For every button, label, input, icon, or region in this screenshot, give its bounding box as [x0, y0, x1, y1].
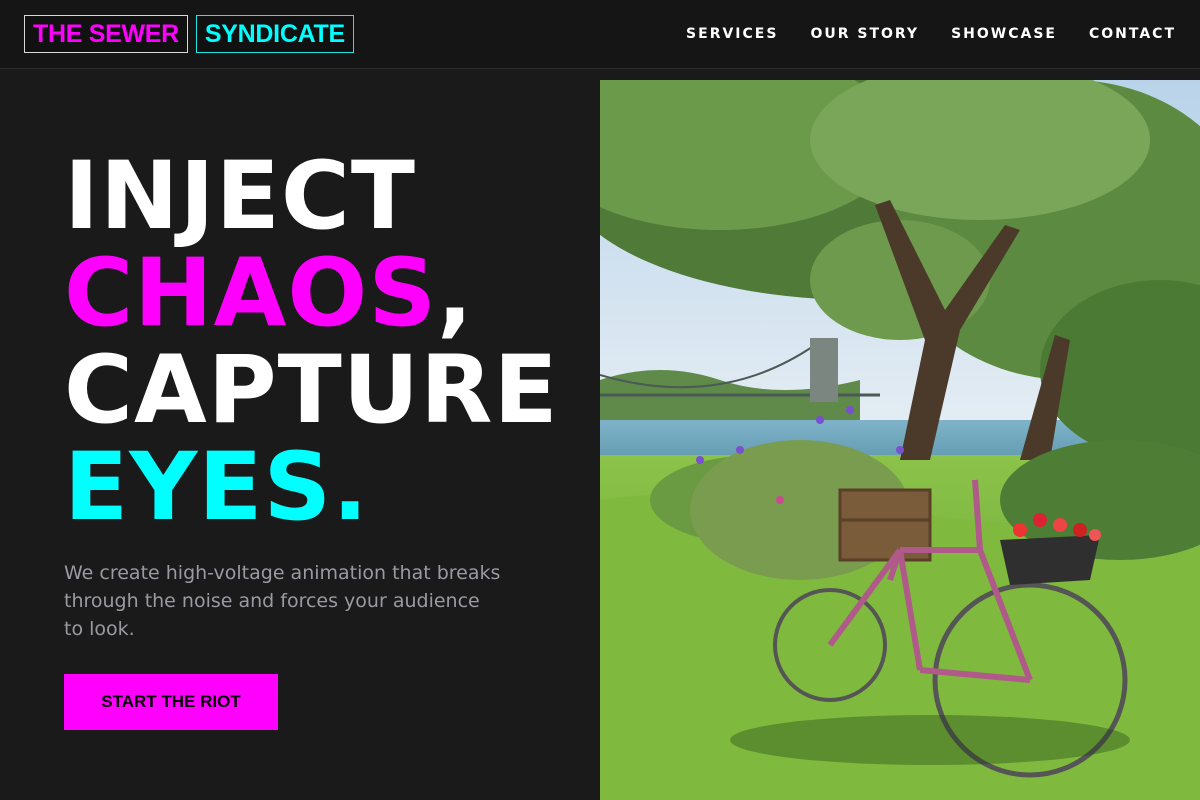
nav-link-showcase[interactable]: SHOWCASE [951, 26, 1057, 42]
headline-line-4: EYES. [64, 433, 369, 542]
headline-highlight-chaos: CHAOS [64, 239, 438, 348]
hero-headline: INJECT CHAOS, CAPTURE EYES. [64, 148, 559, 536]
hero-image [600, 80, 1200, 800]
brand-name-part1[interactable]: THE SEWER [24, 15, 188, 53]
nav-link-our-story[interactable]: OUR STORY [810, 26, 919, 42]
brand-logo[interactable]: THE SEWER SYNDICATE [24, 15, 354, 53]
nav-link-contact[interactable]: CONTACT [1089, 26, 1176, 42]
brand-name-part2[interactable]: SYNDICATE [195, 15, 354, 53]
bicycle-photo-illustration [600, 80, 1200, 800]
headline-line-1: INJECT [64, 142, 416, 251]
site-header: THE SEWER SYNDICATE SERVICES OUR STORY S… [0, 0, 1200, 69]
headline-line-3: CAPTURE [64, 336, 559, 445]
hero-subtitle: We create high-voltage animation that br… [64, 562, 501, 640]
main-nav: SERVICES OUR STORY SHOWCASE CONTACT [686, 0, 1176, 68]
headline-comma: , [437, 239, 474, 348]
nav-link-services[interactable]: SERVICES [686, 26, 778, 42]
headline-line-2: CHAOS, [64, 245, 559, 342]
start-the-riot-button[interactable]: START THE RIOT [64, 674, 278, 730]
